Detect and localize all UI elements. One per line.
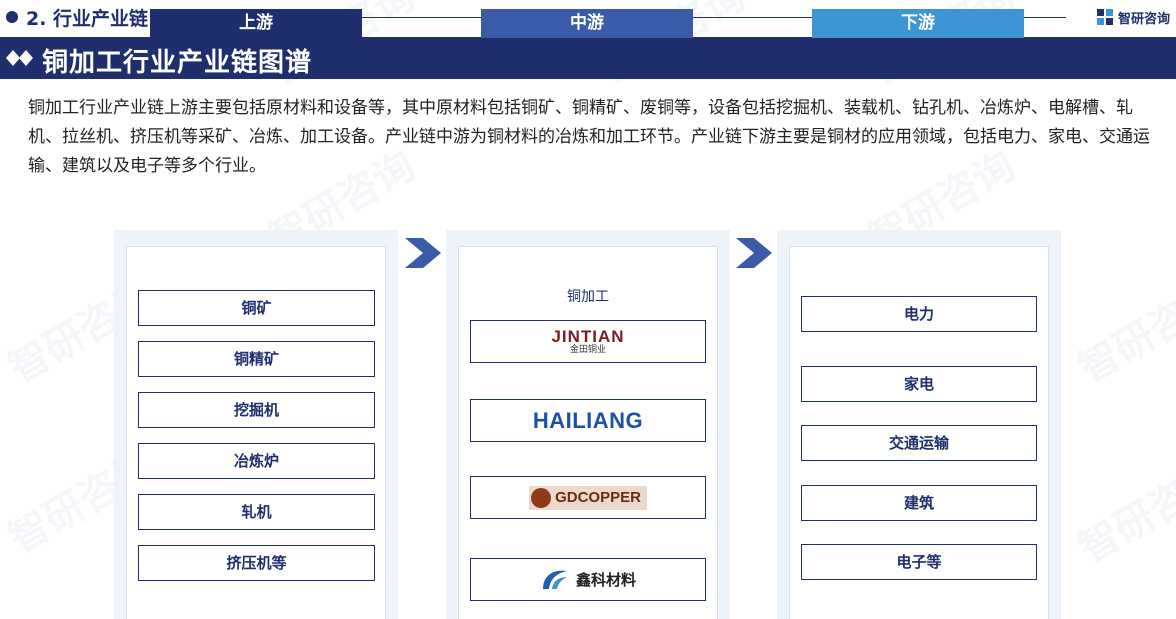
upstream-item: 铜矿	[138, 290, 375, 326]
gdcopper-mark-icon	[531, 487, 552, 508]
downstream-item: 家电	[801, 366, 1037, 402]
page-title: 铜加工行业产业链图谱	[42, 48, 313, 78]
upstream-item: 铜精矿	[138, 341, 375, 377]
xinke-mark-icon	[542, 570, 567, 589]
upstream-item: 轧机	[138, 494, 375, 530]
logo-box-xinke: 鑫科材料	[470, 558, 706, 601]
upstream-header: 上游	[150, 9, 362, 38]
logo-box-gdcopper: GDCOPPER	[470, 476, 706, 519]
xinke-logo-text: 鑫科材料	[575, 571, 636, 589]
watermark: 智研咨询	[1066, 264, 1176, 394]
upstream-item: 挤压机等	[138, 545, 375, 581]
gdcopper-logo: GDCOPPER	[529, 485, 647, 510]
jintian-logo-cn: 金田铜业	[569, 345, 606, 355]
title-bar: 铜加工行业产业链图谱	[0, 37, 1176, 79]
brand-logo-icon	[1096, 9, 1113, 25]
downstream-item: 交通运输	[801, 425, 1037, 461]
logo-box-hailiang: HAILIANG	[470, 399, 706, 442]
hailiang-logo: HAILIANG	[532, 407, 644, 433]
downstream-item: 电力	[801, 296, 1037, 332]
diamond-icon	[6, 50, 33, 66]
brand: 智研咨询	[1096, 6, 1170, 28]
bullet-dot-icon	[6, 11, 18, 23]
xinke-logo: 鑫科材料	[540, 567, 636, 593]
brand-name: 智研咨询	[1117, 11, 1170, 27]
upstream-item: 挖掘机	[138, 392, 375, 428]
intro-paragraph: 铜加工行业产业链上游主要包括原材料和设备等，其中原材料包括铜矿、铜精矿、废铜等，…	[28, 98, 1150, 176]
chevron-right-icon	[736, 238, 772, 268]
downstream-item: 电子等	[801, 544, 1037, 580]
jintian-logo-en: JINTIAN	[551, 327, 625, 346]
section-title: 2. 行业产业链	[26, 8, 149, 30]
downstream-header: 下游	[812, 9, 1024, 38]
logo-box-jintian: JINTIAN 金田铜业	[470, 320, 706, 363]
upstream-item: 冶炼炉	[138, 443, 375, 479]
downstream-item: 建筑	[801, 485, 1037, 521]
watermark: 智研咨询	[1066, 444, 1176, 574]
jintian-logo: JINTIAN 金田铜业	[551, 328, 624, 355]
midstream-sub-label: 铜加工	[567, 289, 609, 305]
gdcopper-logo-text: GDCOPPER	[555, 489, 641, 506]
midstream-header: 中游	[481, 9, 693, 38]
chevron-right-icon	[405, 238, 441, 268]
